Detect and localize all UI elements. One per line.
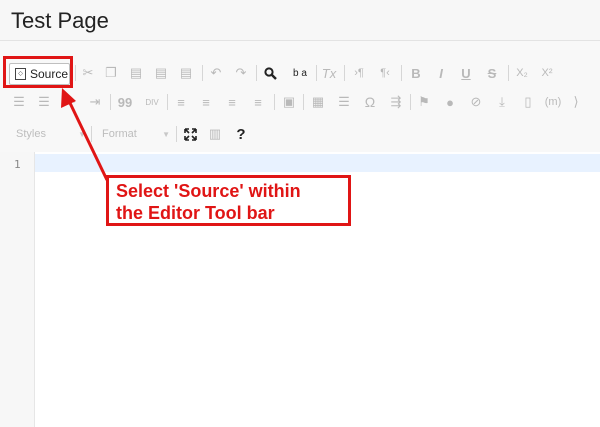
- replace-icon[interactable]: b a: [290, 62, 310, 84]
- toolbar-row-2: ☰ ☰ ⇤ ⇥ 99 DIV ≡ ≡ ≡ ≡ ▣ ▦ ☰ Ω ⇶ ⚑ ● ⊘ ⤓…: [0, 89, 600, 115]
- strike-icon[interactable]: S: [484, 62, 500, 84]
- show-blocks-icon[interactable]: ▥: [207, 123, 223, 145]
- page-title: Test Page: [11, 8, 109, 33]
- horizontal-line-icon[interactable]: ☰: [335, 91, 353, 113]
- paste-icon[interactable]: ▤: [128, 62, 144, 84]
- help-icon[interactable]: ?: [233, 123, 249, 145]
- separator: [274, 94, 275, 110]
- line-gutter: 1: [0, 152, 35, 427]
- separator: [316, 65, 317, 81]
- toolbar-row-3: Styles ▼ Format ▼ ▥ ?: [0, 121, 600, 147]
- image-icon[interactable]: ▣: [280, 91, 298, 113]
- remove-format-icon[interactable]: Tx: [320, 62, 338, 84]
- indent-icon[interactable]: ⇥: [87, 91, 103, 113]
- line-number: 1: [14, 158, 21, 171]
- chevron-down-icon: ▼: [162, 130, 170, 139]
- separator: [303, 94, 304, 110]
- unlink-icon[interactable]: ⊘: [467, 91, 485, 113]
- special-char-icon[interactable]: Ω: [361, 91, 379, 113]
- separator: [256, 65, 257, 81]
- active-line[interactable]: [35, 154, 600, 172]
- separator: [167, 94, 168, 110]
- chevron-down-icon: ▼: [78, 130, 86, 139]
- separator: [410, 94, 411, 110]
- find-icon[interactable]: [262, 62, 278, 84]
- anchor-icon[interactable]: ⚑: [416, 91, 432, 113]
- maximize-icon[interactable]: [182, 123, 198, 145]
- toolbar-row-1: ✂ ❐ ▤ ▤ ▤ ↶ ↷ b a Tx ›¶ ¶‹ B I U S X₂ X²: [0, 60, 600, 86]
- bulleted-list-icon[interactable]: ☰: [36, 91, 52, 113]
- blockquote-icon[interactable]: 99: [116, 91, 134, 113]
- rtl-icon[interactable]: ¶‹: [376, 62, 394, 84]
- styles-label: Styles: [16, 128, 46, 140]
- document-icon[interactable]: ▯: [519, 91, 537, 113]
- paste-text-icon[interactable]: ▤: [153, 62, 169, 84]
- format-label: Format: [102, 128, 137, 140]
- source-highlight-box: [3, 56, 73, 88]
- expand-arrows-icon: [183, 127, 197, 141]
- title-bar: Test Page: [0, 0, 600, 41]
- align-center-icon[interactable]: ≡: [198, 91, 214, 113]
- separator: [110, 94, 111, 110]
- separator: [202, 65, 203, 81]
- copy-icon[interactable]: ❐: [103, 62, 119, 84]
- align-right-icon[interactable]: ≡: [224, 91, 240, 113]
- subscript-icon[interactable]: X₂: [513, 62, 531, 84]
- separator: [176, 126, 177, 142]
- separator: [344, 65, 345, 81]
- redo-icon[interactable]: ↷: [233, 62, 249, 84]
- numbered-list-icon[interactable]: ☰: [11, 91, 27, 113]
- annotation-callout: Select 'Source' within the Editor Tool b…: [106, 175, 351, 226]
- cut-icon[interactable]: ✂: [80, 62, 96, 84]
- ltr-icon[interactable]: ›¶: [350, 62, 368, 84]
- styles-dropdown[interactable]: Styles ▼: [16, 124, 86, 144]
- table-icon[interactable]: ▦: [309, 91, 327, 113]
- italic-icon[interactable]: I: [433, 62, 449, 84]
- format-dropdown[interactable]: Format ▼: [102, 124, 170, 144]
- iframe-icon[interactable]: (m): [542, 91, 564, 113]
- superscript-icon[interactable]: X²: [538, 62, 556, 84]
- paste-word-icon[interactable]: ▤: [178, 62, 194, 84]
- bold-icon[interactable]: B: [408, 62, 424, 84]
- outdent-icon[interactable]: ⇤: [62, 91, 78, 113]
- editor-toolbar: ✂ ❐ ▤ ▤ ▤ ↶ ↷ b a Tx ›¶ ¶‹ B I U S X₂ X²…: [0, 41, 600, 152]
- separator: [75, 65, 76, 81]
- annotation-line-1: Select 'Source' within: [116, 181, 301, 201]
- create-div-icon[interactable]: DIV: [142, 91, 162, 113]
- annotation-line-2: the Editor Tool bar: [116, 203, 275, 223]
- underline-icon[interactable]: U: [458, 62, 474, 84]
- link-icon[interactable]: ●: [441, 91, 459, 113]
- separator: [91, 126, 92, 142]
- separator: [508, 65, 509, 81]
- undo-icon[interactable]: ↶: [208, 62, 224, 84]
- page-break-icon[interactable]: ⇶: [387, 91, 405, 113]
- align-left-icon[interactable]: ≡: [173, 91, 189, 113]
- download-icon[interactable]: ⤓: [493, 91, 511, 113]
- justify-icon[interactable]: ≡: [250, 91, 266, 113]
- separator: [401, 65, 402, 81]
- magnifier-icon: [263, 66, 277, 80]
- more-icon[interactable]: ⟩: [569, 91, 583, 113]
